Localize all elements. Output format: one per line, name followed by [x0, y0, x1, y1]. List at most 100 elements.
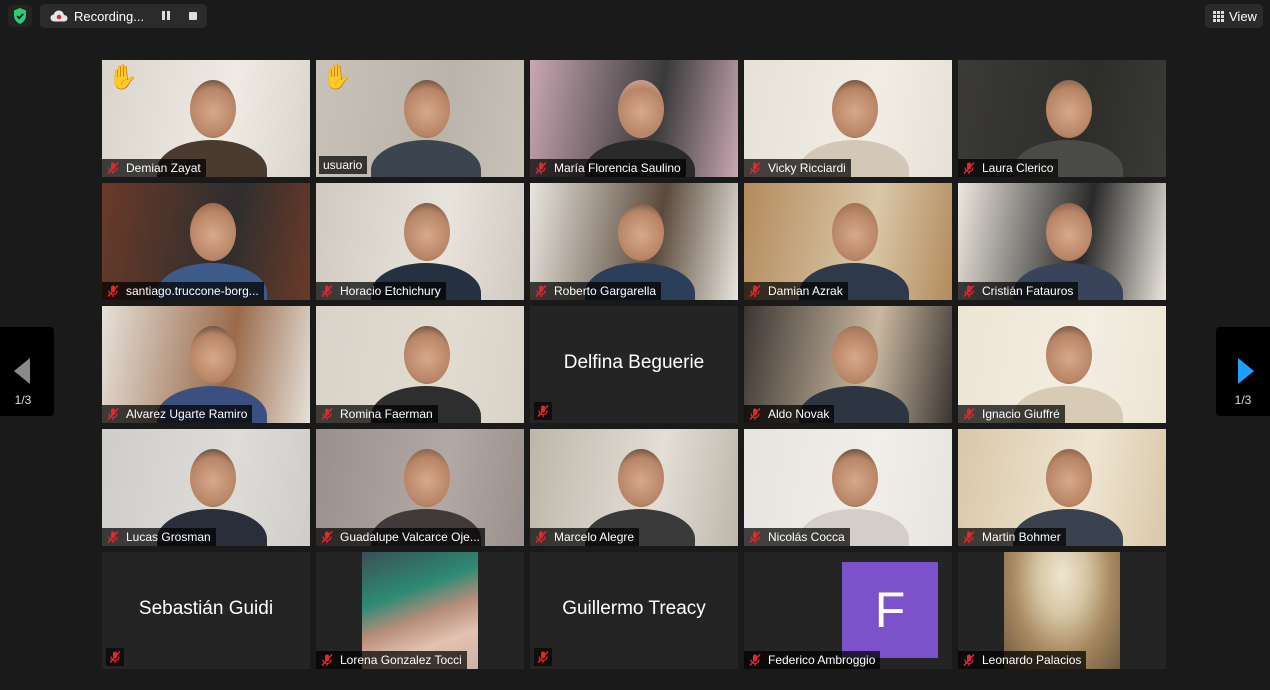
mic-muted-icon [106, 161, 120, 175]
participant-name-large: Guillermo Treacy [562, 598, 706, 619]
mic-muted-icon [962, 284, 976, 298]
participant-name: Marcelo Alegre [554, 530, 635, 544]
mic-muted-icon [320, 653, 334, 667]
mic-muted-icon [534, 402, 552, 420]
participant-namebar: usuario [319, 156, 368, 174]
participant-tile[interactable]: Demian Zayat ✋ [102, 60, 310, 177]
participant-name: Roberto Gargarella [554, 284, 657, 298]
participant-name: Alvarez Ugarte Ramiro [126, 407, 248, 421]
participant-tile[interactable]: Martin Bohmer [958, 429, 1166, 546]
gallery-grid: Demian Zayat ✋ usuario ✋ María Florencia Sau… [102, 60, 1167, 669]
participant-tile[interactable]: Sebastián Guidi [102, 552, 310, 669]
participant-namebar: Lucas Grosman [102, 528, 216, 546]
participant-namebar: Laura Clerico [958, 159, 1059, 177]
mic-muted-icon [962, 161, 976, 175]
participant-namebar: María Florencia Saulino [530, 159, 686, 177]
participant-tile[interactable]: F Federico Ambroggio [744, 552, 952, 669]
participant-namebar: Romina Faerman [316, 405, 438, 423]
participant-name: usuario [323, 158, 363, 172]
participant-name: Vicky Ricciardi [768, 161, 846, 175]
participant-tile[interactable]: Roberto Gargarella [530, 183, 738, 300]
participant-tile[interactable]: Guillermo Treacy [530, 552, 738, 669]
mic-muted-icon [962, 653, 976, 667]
participant-tile[interactable]: María Florencia Saulino [530, 60, 738, 177]
participant-namebar: Roberto Gargarella [530, 282, 662, 300]
mic-muted-icon [106, 648, 124, 666]
participant-tile[interactable]: Ignacio Giuffré [958, 306, 1166, 423]
participant-namebar: Vicky Ricciardi [744, 159, 851, 177]
mic-muted-icon [748, 161, 762, 175]
participant-tile[interactable]: Aldo Novak [744, 306, 952, 423]
participant-namebar: Guadalupe Valcarce Oje... [316, 528, 485, 546]
participant-name: María Florencia Saulino [554, 161, 681, 175]
participant-name: Ignacio Giuffré [982, 407, 1060, 421]
participant-namebar: Horacio Etchichury [316, 282, 446, 300]
mic-muted-icon [106, 530, 120, 544]
participant-namebar: Lorena Gonzalez Tocci [316, 651, 467, 669]
participant-name: Lucas Grosman [126, 530, 211, 544]
mic-muted-icon [748, 407, 762, 421]
mic-muted-icon [962, 530, 976, 544]
participant-namebar: Damian Azrak [744, 282, 848, 300]
view-button[interactable]: View [1205, 4, 1263, 28]
participant-namebar: Aldo Novak [744, 405, 835, 423]
mic-muted-icon [962, 407, 976, 421]
participant-name: Martin Bohmer [982, 530, 1061, 544]
participant-namebar: Leonardo Palacios [958, 651, 1087, 669]
participant-name: Horacio Etchichury [340, 284, 441, 298]
participant-tile[interactable]: usuario ✋ [316, 60, 524, 177]
mic-muted-icon [748, 284, 762, 298]
participant-namebar: Alvarez Ugarte Ramiro [102, 405, 253, 423]
participant-name: Lorena Gonzalez Tocci [340, 653, 462, 667]
participant-tile[interactable]: Lucas Grosman [102, 429, 310, 546]
security-shield-icon[interactable] [8, 5, 32, 27]
participant-namebar: Ignacio Giuffré [958, 405, 1065, 423]
mic-muted-icon [534, 648, 552, 666]
participant-tile[interactable]: Damian Azrak [744, 183, 952, 300]
stop-recording-button[interactable] [189, 12, 197, 20]
participant-tile[interactable]: Alvarez Ugarte Ramiro [102, 306, 310, 423]
recording-bar: Recording... [40, 4, 207, 28]
participant-tile[interactable]: Laura Clerico [958, 60, 1166, 177]
next-page-indicator: 1/3 [1234, 393, 1252, 407]
participant-namebar: Martin Bohmer [958, 528, 1066, 546]
participant-namebar: Demian Zayat [102, 159, 206, 177]
participant-tile[interactable]: Cristián Fatauros [958, 183, 1166, 300]
mic-muted-icon [748, 530, 762, 544]
mic-muted-icon [320, 407, 334, 421]
participant-name: Cristián Fatauros [982, 284, 1074, 298]
participant-name: Leonardo Palacios [982, 653, 1082, 667]
chevron-left-icon [14, 358, 30, 384]
participant-name-large: Delfina Beguerie [563, 352, 705, 373]
mic-muted-icon [320, 530, 334, 544]
participant-tile[interactable]: Guadalupe Valcarce Oje... [316, 429, 524, 546]
participant-tile[interactable]: Romina Faerman [316, 306, 524, 423]
participant-name: Nicolás Cocca [768, 530, 845, 544]
participant-tile[interactable]: Marcelo Alegre [530, 429, 738, 546]
view-button-label: View [1229, 8, 1257, 24]
participant-name: santiago.truccone-borg... [126, 284, 259, 298]
participant-name: Romina Faerman [340, 407, 433, 421]
participant-name: Guadalupe Valcarce Oje... [340, 530, 480, 544]
participant-namebar: Federico Ambroggio [744, 651, 881, 669]
participant-tile[interactable]: Leonardo Palacios [958, 552, 1166, 669]
previous-page-button[interactable]: 1/3 [0, 327, 54, 416]
participant-namebar: Cristián Fatauros [958, 282, 1079, 300]
raised-hand-icon: ✋ [108, 64, 138, 91]
raised-hand-icon: ✋ [322, 64, 352, 91]
pause-recording-button[interactable] [161, 10, 171, 22]
mic-muted-icon [534, 161, 548, 175]
avatar-letter: F [842, 562, 938, 658]
participant-tile[interactable]: Delfina Beguerie [530, 306, 738, 423]
participant-tile[interactable]: Nicolás Cocca [744, 429, 952, 546]
prev-page-indicator: 1/3 [14, 393, 32, 407]
cloud-recording-icon [50, 9, 68, 23]
participant-tile[interactable]: Vicky Ricciardi [744, 60, 952, 177]
participant-namebar: Nicolás Cocca [744, 528, 850, 546]
mic-muted-icon [106, 284, 120, 298]
participant-tile[interactable]: Horacio Etchichury [316, 183, 524, 300]
participant-tile[interactable]: santiago.truccone-borg... [102, 183, 310, 300]
participant-tile[interactable]: Lorena Gonzalez Tocci [316, 552, 524, 669]
participant-name: Demian Zayat [126, 161, 201, 175]
next-page-button[interactable]: 1/3 [1216, 327, 1270, 416]
